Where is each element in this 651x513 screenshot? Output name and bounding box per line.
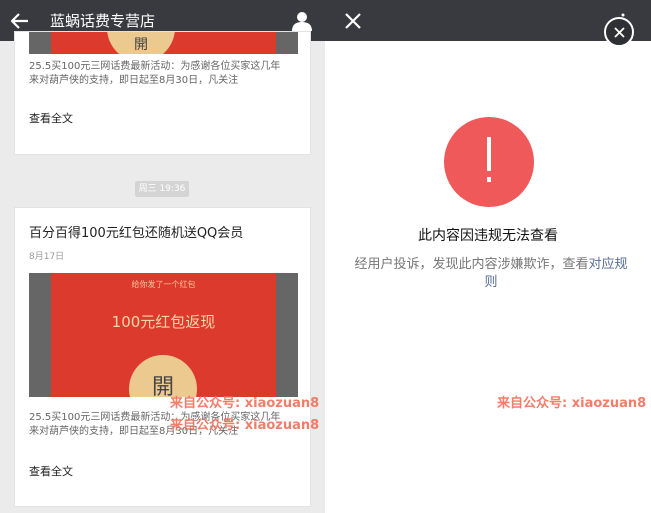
exclamation-icon xyxy=(444,117,534,207)
hongbao-image: 開 xyxy=(29,32,298,54)
watermark: 来自公众号: xiaozuan8 xyxy=(497,396,647,411)
circle-close-icon[interactable] xyxy=(604,17,634,47)
message-list[interactable]: 開 25.5买100元三网话费最新活动：为感谢各位买家这几年 来对葫芦侠的支持，… xyxy=(0,31,325,513)
article-card-main[interactable]: 百分百得100元红包还随机送QQ会员 8月17日 给你发了一个红包 100元红包… xyxy=(14,207,311,507)
article-date: 8月17日 xyxy=(29,252,65,262)
watermark: 来自公众号: xiaozuan8 xyxy=(170,418,320,433)
read-all-link[interactable]: 查看全文 xyxy=(15,463,310,479)
time-badge: 周三 19:36 xyxy=(135,181,189,197)
article-title: 百分百得100元红包还随机送QQ会员 xyxy=(29,226,244,241)
more-dots-icon[interactable] xyxy=(621,6,629,17)
hongbao-open-button: 開 xyxy=(107,32,175,54)
hongbao-image: 给你发了一个红包 100元红包返现 開 xyxy=(29,273,298,397)
right-nav-bar xyxy=(325,0,651,41)
right-panel: 此内容因违规无法查看 经用户投诉，发现此内容涉嫌欺诈，查看对应规则 来自公众号:… xyxy=(325,0,651,513)
article-summary: 25.5买100元三网话费最新活动：为感谢各位买家这几年 来对葫芦侠的支持，即日… xyxy=(29,61,281,86)
hongbao-envelope: 给你发了一个红包 100元红包返现 開 xyxy=(51,273,276,397)
watermark: 来自公众号: xiaozuan8 xyxy=(170,396,320,411)
hongbao-open-button: 開 xyxy=(129,355,197,397)
article-card-top[interactable]: 開 25.5买100元三网话费最新活动：为感谢各位买家这几年 来对葫芦侠的支持，… xyxy=(14,31,311,155)
account-title: 蓝蜗话费专营店 xyxy=(50,12,156,30)
left-panel: 蓝蜗话费专营店 開 25.5买100元三网话费最新活动：为感谢各位买家这几年 来… xyxy=(0,0,325,513)
violation-description: 经用户投诉，发现此内容涉嫌欺诈，查看对应规则 xyxy=(354,257,628,290)
violation-title: 此内容因违规无法查看 xyxy=(418,228,558,244)
close-icon[interactable] xyxy=(333,0,373,41)
read-all-link[interactable]: 查看全文 xyxy=(15,110,310,126)
